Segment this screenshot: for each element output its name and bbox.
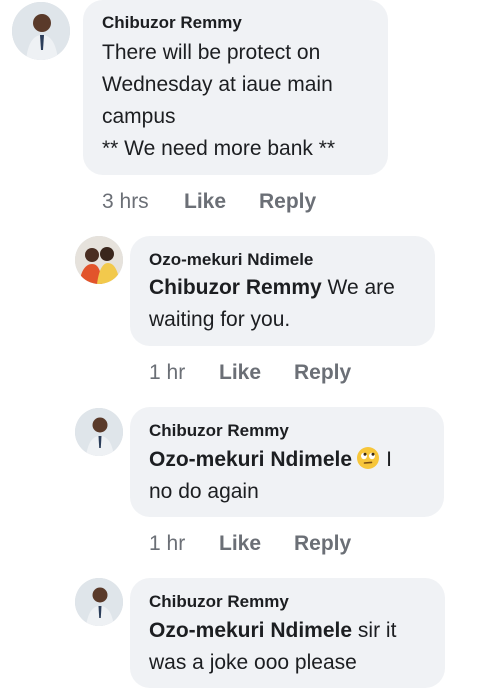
reply-button[interactable]: Reply xyxy=(294,532,351,556)
avatar[interactable] xyxy=(12,2,70,60)
comment-text-line: campus xyxy=(102,105,176,128)
comment-text: There will be protect on Wednesday at ia… xyxy=(102,37,335,165)
reply-text-line: Ozo-mekuri Ndimele I xyxy=(149,444,392,476)
avatar[interactable] xyxy=(75,578,123,626)
reply-button[interactable]: Reply xyxy=(294,361,351,385)
reply-text: Ozo-mekuri Ndimele I no do again xyxy=(149,444,392,508)
timestamp[interactable]: 1 hr xyxy=(149,532,185,556)
comment-actions: 3 hrs Like Reply xyxy=(102,190,402,218)
comment-text-line: ** We need more bank ** xyxy=(102,137,336,160)
reply-actions: 1 hr Like Reply xyxy=(149,532,409,560)
comment-author[interactable]: Chibuzor Remmy xyxy=(102,13,242,33)
comment-text-line: There will be protect on xyxy=(102,41,321,64)
like-button[interactable]: Like xyxy=(184,190,226,214)
timestamp[interactable]: 3 hrs xyxy=(102,190,149,214)
reply-text-line: waiting for you. xyxy=(149,308,291,331)
rolling-eyes-emoji xyxy=(357,447,380,469)
mention-link[interactable]: Ozo-mekuri Ndimele xyxy=(149,619,352,642)
reply-text-fragment: We are xyxy=(327,276,395,299)
reply-author[interactable]: Ozo-mekuri Ndimele xyxy=(149,250,313,270)
reply-text-fragment: I xyxy=(386,448,392,471)
reply-text-line: Chibuzor Remmy We are xyxy=(149,272,395,304)
like-button[interactable]: Like xyxy=(219,532,261,556)
avatar[interactable] xyxy=(75,236,123,284)
reply-text-line: was a joke ooo please xyxy=(149,651,357,674)
mention-link[interactable]: Ozo-mekuri Ndimele xyxy=(149,448,352,471)
reply-text: Chibuzor Remmy We are waiting for you. xyxy=(149,272,395,336)
like-button[interactable]: Like xyxy=(219,361,261,385)
reply-author[interactable]: Chibuzor Remmy xyxy=(149,592,289,612)
mention-link[interactable]: Chibuzor Remmy xyxy=(149,276,322,299)
reply-button[interactable]: Reply xyxy=(259,190,316,214)
avatar[interactable] xyxy=(75,408,123,456)
reply-text: Ozo-mekuri Ndimele sir it was a joke ooo… xyxy=(149,615,396,679)
reply-text-line: no do again xyxy=(149,480,259,503)
reply-text-line: Ozo-mekuri Ndimele sir it xyxy=(149,615,396,647)
reply-actions: 1 hr Like Reply xyxy=(149,361,409,389)
comment-text-line: Wednesday at iaue main xyxy=(102,73,333,96)
reply-text-fragment: sir it xyxy=(357,619,397,642)
timestamp[interactable]: 1 hr xyxy=(149,361,185,385)
reply-author[interactable]: Chibuzor Remmy xyxy=(149,421,289,441)
